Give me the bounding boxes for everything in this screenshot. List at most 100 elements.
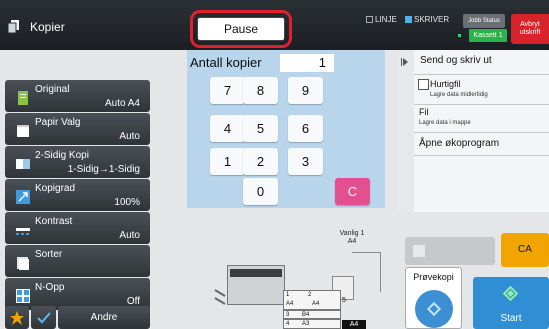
tray-5-number[interactable]: 5 bbox=[342, 297, 346, 304]
selected-paper-size: A4 bbox=[342, 320, 366, 329]
divider bbox=[414, 155, 549, 156]
menu-item-sort[interactable]: Sorter bbox=[5, 245, 150, 277]
output-tray-label: Vanlig 1 A4 bbox=[337, 230, 367, 246]
divider bbox=[414, 132, 549, 133]
quick-file-description: Lagre data midlertidig bbox=[430, 92, 488, 98]
checkmark-icon bbox=[36, 311, 51, 323]
clear-all-button[interactable]: CA bbox=[501, 233, 549, 267]
collapse-arrow-icon bbox=[403, 58, 408, 66]
divider bbox=[414, 104, 549, 105]
zoom-icon bbox=[16, 190, 30, 204]
tray-4-size: A3 bbox=[302, 321, 310, 327]
menu-item-value: Auto bbox=[119, 131, 140, 142]
key-0[interactable]: 0 bbox=[243, 178, 278, 205]
send-and-print-item[interactable]: Send og skriv ut bbox=[420, 55, 492, 66]
cancel-label-line1: Avbryt bbox=[520, 21, 540, 28]
copies-panel: Antall kopier 1 7 8 9 4 5 6 1 2 3 0 C bbox=[187, 50, 385, 208]
program-button-disabled bbox=[405, 237, 495, 265]
skriver-status-icon bbox=[405, 16, 412, 23]
printer-top-icon bbox=[230, 269, 282, 277]
mode-skriver-label: SKRIVER bbox=[414, 15, 450, 24]
key-3[interactable]: 3 bbox=[288, 148, 323, 175]
tray-1-size: A4 bbox=[286, 301, 294, 307]
file-item[interactable]: Fil bbox=[419, 107, 429, 117]
mode-linje-indicator: LINJE bbox=[366, 15, 397, 24]
bottom-shortcuts: Andre bbox=[5, 306, 150, 329]
menu-item-original[interactable]: Original Auto A4 bbox=[5, 80, 150, 112]
menu-item-label: Papir Valg bbox=[35, 117, 81, 128]
pause-button[interactable]: Pause bbox=[197, 17, 285, 41]
menu-item-value: Auto bbox=[119, 230, 140, 241]
tray-3[interactable]: 3 B4 bbox=[283, 310, 341, 319]
mode-skriver-indicator: SKRIVER bbox=[405, 15, 449, 24]
divider bbox=[414, 74, 549, 75]
sample-copy-button[interactable]: Prøvekopi bbox=[405, 267, 462, 329]
menu-item-label: Kontrast bbox=[35, 216, 73, 227]
output-tray-name: Vanlig 1 bbox=[339, 230, 365, 237]
menu-item-zoom[interactable]: Kopigrad 100% bbox=[5, 179, 150, 211]
key-9[interactable]: 9 bbox=[288, 77, 323, 104]
menu-item-label: Sorter bbox=[35, 249, 63, 260]
sample-copy-label: Prøvekopi bbox=[413, 272, 454, 282]
document-icon bbox=[18, 91, 28, 105]
star-icon bbox=[10, 310, 24, 325]
cancel-print-button[interactable]: Avbryt utskrift bbox=[511, 14, 549, 44]
kassett-indicator-icon bbox=[458, 34, 461, 37]
file-description: Lagre data i mappe bbox=[419, 120, 471, 126]
quick-file-checkbox[interactable] bbox=[418, 79, 429, 90]
key-1[interactable]: 1 bbox=[210, 148, 245, 175]
key-2[interactable]: 2 bbox=[243, 148, 278, 175]
job-status-button[interactable]: Jobb Status bbox=[463, 14, 505, 28]
copies-count-field[interactable]: 1 bbox=[280, 54, 334, 72]
sort-icon bbox=[17, 257, 29, 270]
tray-3-size: B4 bbox=[302, 312, 310, 318]
paper-icon bbox=[17, 125, 29, 137]
duplex-icon bbox=[16, 159, 30, 169]
clear-key[interactable]: C bbox=[335, 178, 370, 205]
key-6[interactable]: 6 bbox=[288, 115, 323, 142]
eco-program-item[interactable]: Åpne økoprogram bbox=[419, 138, 499, 149]
cancel-label-line2: utskrift bbox=[519, 29, 541, 36]
panel-collapse-strip[interactable] bbox=[398, 50, 414, 212]
menu-item-value: 100% bbox=[114, 197, 140, 208]
menu-item-label: 2-Sidig Kopi bbox=[35, 150, 89, 161]
tray-2-number: 2 bbox=[308, 292, 312, 298]
menu-item-value: 1-Sidig→1-Sidig bbox=[67, 164, 140, 175]
menu-item-duplex[interactable]: 2-Sidig Kopi 1-Sidig→1-Sidig bbox=[5, 146, 150, 178]
favorites-button[interactable] bbox=[5, 306, 29, 329]
tray-1-number: 1 bbox=[286, 292, 290, 298]
copy-mode-icon bbox=[8, 20, 19, 34]
settings-menu: Original Auto A4 Papir Valg Auto 2-Sidig… bbox=[5, 80, 150, 311]
key-7[interactable]: 7 bbox=[210, 77, 245, 104]
start-label: Start bbox=[500, 313, 522, 324]
tray-row-1-2-sizes: A4 A4 bbox=[283, 300, 341, 310]
menu-item-label: N-Opp bbox=[35, 282, 65, 293]
program-label-placeholder bbox=[429, 245, 485, 255]
tray-3-number: 3 bbox=[286, 312, 290, 318]
home-copy-mode[interactable]: Kopier bbox=[8, 18, 65, 36]
menu-item-contrast[interactable]: Kontrast Auto bbox=[5, 212, 150, 244]
checkmark-button[interactable] bbox=[31, 306, 56, 329]
other-button[interactable]: Andre bbox=[58, 306, 150, 329]
tray-2-size: A4 bbox=[312, 301, 320, 307]
quick-file-label: Hurtigfil bbox=[430, 79, 461, 89]
start-button[interactable]: Start bbox=[473, 277, 549, 329]
key-8[interactable]: 8 bbox=[243, 77, 278, 104]
n-up-icon bbox=[16, 289, 30, 303]
copies-label: Antall kopier bbox=[190, 55, 262, 70]
connector-line bbox=[352, 252, 380, 253]
copier-screen: Kopier Pause LINJE SKRIVER Jobb Status K… bbox=[0, 0, 549, 329]
menu-item-paper-select[interactable]: Papir Valg Auto bbox=[5, 113, 150, 145]
menu-item-value: Auto A4 bbox=[104, 98, 140, 109]
program-icon bbox=[413, 245, 425, 257]
linje-status-icon bbox=[366, 16, 373, 23]
menu-item-label: Original bbox=[35, 84, 70, 95]
key-4[interactable]: 4 bbox=[210, 115, 245, 142]
mode-linje-label: LINJE bbox=[375, 15, 397, 24]
paper-feed-icon bbox=[214, 289, 226, 305]
menu-item-label: Kopigrad bbox=[35, 183, 76, 194]
app-title: Kopier bbox=[30, 20, 65, 34]
output-tray-size: A4 bbox=[347, 238, 357, 245]
key-5[interactable]: 5 bbox=[243, 115, 278, 142]
tray-4[interactable]: 4 A3 bbox=[283, 319, 341, 329]
